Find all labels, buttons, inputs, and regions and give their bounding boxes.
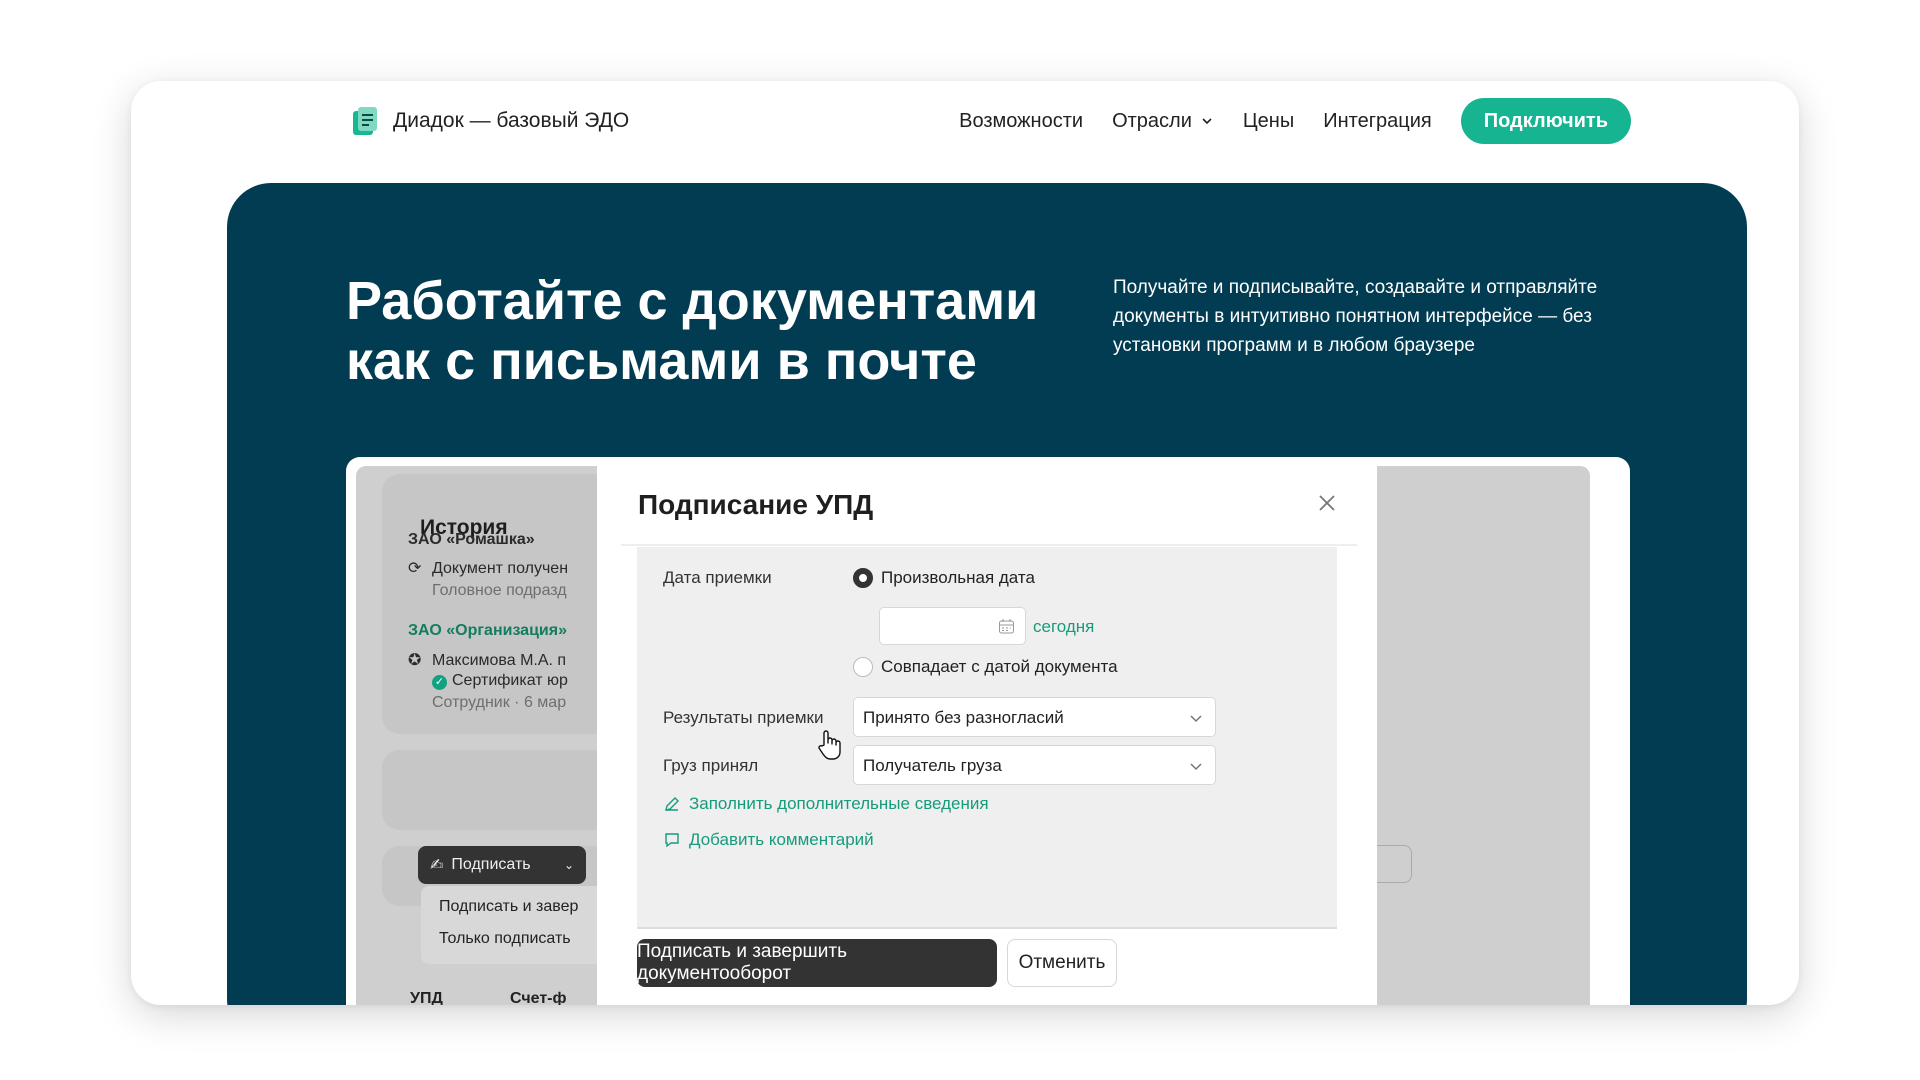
sign-dropdown-menu: Подписать и завер Только подписать — [421, 886, 606, 964]
logo-text: Диадок — базовый ЭДО — [393, 109, 630, 132]
event-title: Документ получен — [432, 560, 569, 577]
sign-dropdown-button[interactable]: ✍ Подписать ⌄ — [418, 846, 586, 884]
nav-label: Интеграция — [1323, 109, 1432, 132]
nav-label: Возможности — [959, 109, 1084, 132]
cargo-select[interactable]: Получатель груза — [853, 745, 1216, 785]
logo[interactable]: Диадок — базовый ЭДО — [351, 105, 629, 137]
link-label: Заполнить дополнительные сведения — [689, 794, 989, 813]
event-subtitle: Головное подразд — [432, 582, 567, 599]
radio-match-doc-date[interactable] — [853, 657, 873, 677]
pencil-icon — [665, 797, 679, 811]
date-input[interactable] — [879, 607, 1026, 645]
modal-divider — [621, 544, 1357, 546]
add-comment-link[interactable]: Добавить комментарий — [663, 830, 874, 850]
field-label-date: Дата приемки — [663, 568, 772, 587]
org-name: ЗАО «Организация» — [408, 622, 567, 639]
event-subtitle: Сотрудник · 6 мар — [432, 694, 567, 711]
radio-label: Совпадает с датой документа — [881, 657, 1118, 676]
modal-title: Подписание УПД — [638, 489, 874, 520]
check-circle-icon: ✓ — [432, 675, 447, 690]
radio-label: Произвольная дата — [881, 568, 1035, 587]
nav-label: Цены — [1242, 109, 1295, 132]
results-select[interactable]: Принято без разногласий — [853, 697, 1216, 737]
radio-custom-date[interactable] — [853, 568, 873, 588]
hero-title: Работайте с документами как с письмами в… — [346, 271, 1106, 391]
modal-form: Дата приемки Произвольная дата сегодня С… — [637, 547, 1337, 927]
hero-title-line: Работайте с документами — [346, 271, 1039, 331]
chevron-down-icon — [1190, 763, 1202, 771]
history-event: ⟳ Документ получен — [408, 558, 568, 578]
chevron-down-icon: ⌄ — [563, 858, 574, 872]
hero-title-line: как с письмами в почте — [346, 331, 977, 391]
certificate-text: Сертификат юр — [452, 672, 568, 689]
app-preview: История ЗАО «Ромашка» ⟳ Документ получен … — [346, 457, 1630, 1005]
sync-icon: ⟳ — [408, 560, 422, 577]
certificate-line: ✓ Сертификат юр — [432, 672, 568, 690]
history-event: ✪ Максимова М.А. п — [408, 650, 566, 670]
main-nav: Возможности Отрасли Цены Интеграция Подк… — [959, 98, 1631, 144]
field-label-results: Результаты приемки — [663, 708, 824, 727]
event-title: Максимова М.А. п — [432, 652, 567, 669]
hero-section: Работайте с документами как с письмами в… — [227, 183, 1747, 1005]
link-label: Добавить комментарий — [689, 830, 874, 849]
sign-button-label: Подписать — [451, 856, 531, 873]
nav-item-prices[interactable]: Цены — [1243, 110, 1294, 133]
org-name: ЗАО «Ромашка» — [408, 531, 535, 548]
sign-and-finish-button[interactable]: Подписать и завершить документооборот — [637, 939, 997, 987]
field-label-cargo: Груз принял — [663, 756, 759, 775]
connect-button[interactable]: Подключить — [1460, 98, 1631, 144]
diadoc-logo-icon — [353, 107, 377, 135]
comment-icon — [665, 833, 679, 848]
close-icon[interactable] — [1314, 490, 1340, 516]
nav-item-features[interactable]: Возможности — [959, 110, 1083, 133]
hero-description: Получайте и подписывайте, создавайте и о… — [1113, 277, 1598, 356]
chevron-down-icon — [1202, 118, 1212, 125]
menu-item-sign-only[interactable]: Только подписать — [439, 930, 571, 948]
results-select-value: Принято без разногласий — [863, 708, 1064, 727]
today-link[interactable]: сегодня — [1033, 617, 1094, 637]
browser-page: Диадок — базовый ЭДО Возможности Отрасли… — [131, 81, 1799, 1005]
signature-icon: ✍ — [430, 857, 444, 874]
hand-cursor-icon — [818, 730, 841, 760]
modal-footer-divider — [637, 927, 1337, 929]
menu-item-sign-and-finish[interactable]: Подписать и завер — [439, 898, 578, 916]
sign-upd-modal: Подписание УПД Дата приемки Произвольная… — [597, 466, 1377, 1005]
cargo-select-value: Получатель груза — [863, 756, 1002, 775]
badge-icon: ✪ — [408, 652, 422, 669]
calendar-icon[interactable] — [998, 618, 1015, 635]
nav-item-industries[interactable]: Отрасли — [1112, 110, 1214, 133]
nav-item-integration[interactable]: Интеграция — [1323, 110, 1431, 133]
nav-label: Отрасли — [1112, 109, 1192, 132]
cancel-button[interactable]: Отменить — [1007, 939, 1117, 987]
fill-extra-info-link[interactable]: Заполнить дополнительные сведения — [663, 794, 989, 814]
chevron-down-icon — [1190, 715, 1202, 723]
table-cell: Счет-ф — [510, 990, 567, 1005]
table-cell: УПД — [410, 990, 443, 1005]
